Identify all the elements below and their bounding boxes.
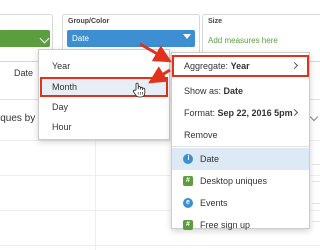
size-title: Size <box>208 18 223 25</box>
remove-option[interactable]: Remove <box>172 124 309 146</box>
format-option[interactable]: Format: Sep 22, 2016 5pm <box>172 102 309 124</box>
property-label: Date <box>200 154 220 164</box>
date-axis-tag: Date <box>14 68 34 78</box>
property-date[interactable]: Date <box>172 148 309 170</box>
grid-line <box>95 140 96 250</box>
property-label: Free sign up <box>200 220 251 230</box>
property-label: Desktop uniques <box>200 176 268 186</box>
date-pill[interactable]: Date <box>67 30 195 47</box>
ellipsis: .... <box>312 199 320 206</box>
chevron-down-icon[interactable] <box>309 112 319 122</box>
show-as-option[interactable]: Show as: Date <box>172 80 309 102</box>
caret-down-icon[interactable] <box>183 34 191 39</box>
menu-item-label: Hour <box>52 122 72 132</box>
ellipsis: .... <box>312 177 320 184</box>
menu-item-label: Day <box>52 102 69 112</box>
property-label: Events <box>200 198 228 208</box>
chart-title: iques by <box>0 113 36 124</box>
clock-icon <box>183 154 193 164</box>
chevron-right-icon <box>290 61 299 70</box>
menu-divider <box>172 146 309 147</box>
event-icon: e <box>183 198 193 208</box>
property-events[interactable]: e Events <box>172 192 309 214</box>
group-color-title: Group/Color <box>68 18 110 25</box>
ellipsis: .... <box>312 217 320 224</box>
number-icon: # <box>183 220 193 230</box>
date-pill-label: Date <box>72 34 89 43</box>
menu-item-day[interactable]: Day <box>40 97 168 117</box>
grid-line <box>0 245 320 246</box>
ellipsis: .... <box>312 160 320 167</box>
aggregate-option[interactable]: Aggregate: Year <box>172 55 309 77</box>
format-prefix: Format: <box>184 108 216 118</box>
number-icon: # <box>183 176 193 186</box>
chevron-down-icon[interactable] <box>39 33 50 44</box>
remove-label: Remove <box>184 130 218 140</box>
menu-item-year[interactable]: Year <box>40 56 168 76</box>
show-as-prefix: Show as: <box>184 86 222 96</box>
aggregate-prefix: Aggregate: <box>184 61 229 71</box>
menu-item-label: Month <box>52 82 78 92</box>
aggregate-value: Year <box>230 61 250 71</box>
granularity-menu: Year Month Day Hour <box>38 49 170 140</box>
hand-cursor-icon <box>132 82 146 98</box>
menu-item-label: Year <box>52 61 71 71</box>
menu-item-month[interactable]: Month <box>40 77 168 98</box>
pill-options-menu: Aggregate: Year Show as: Date Format: Se… <box>171 52 310 230</box>
format-value: Sep 22, 2016 5pm <box>217 108 293 118</box>
menu-item-hour[interactable]: Hour <box>40 117 168 137</box>
add-measures-placeholder[interactable]: Add measures here <box>208 36 278 45</box>
property-free-sign-up[interactable]: # Free sign up <box>172 214 309 236</box>
show-as-value: Date <box>223 86 244 96</box>
green-pill[interactable] <box>0 30 50 47</box>
property-desktop-uniques[interactable]: # Desktop uniques <box>172 170 309 192</box>
